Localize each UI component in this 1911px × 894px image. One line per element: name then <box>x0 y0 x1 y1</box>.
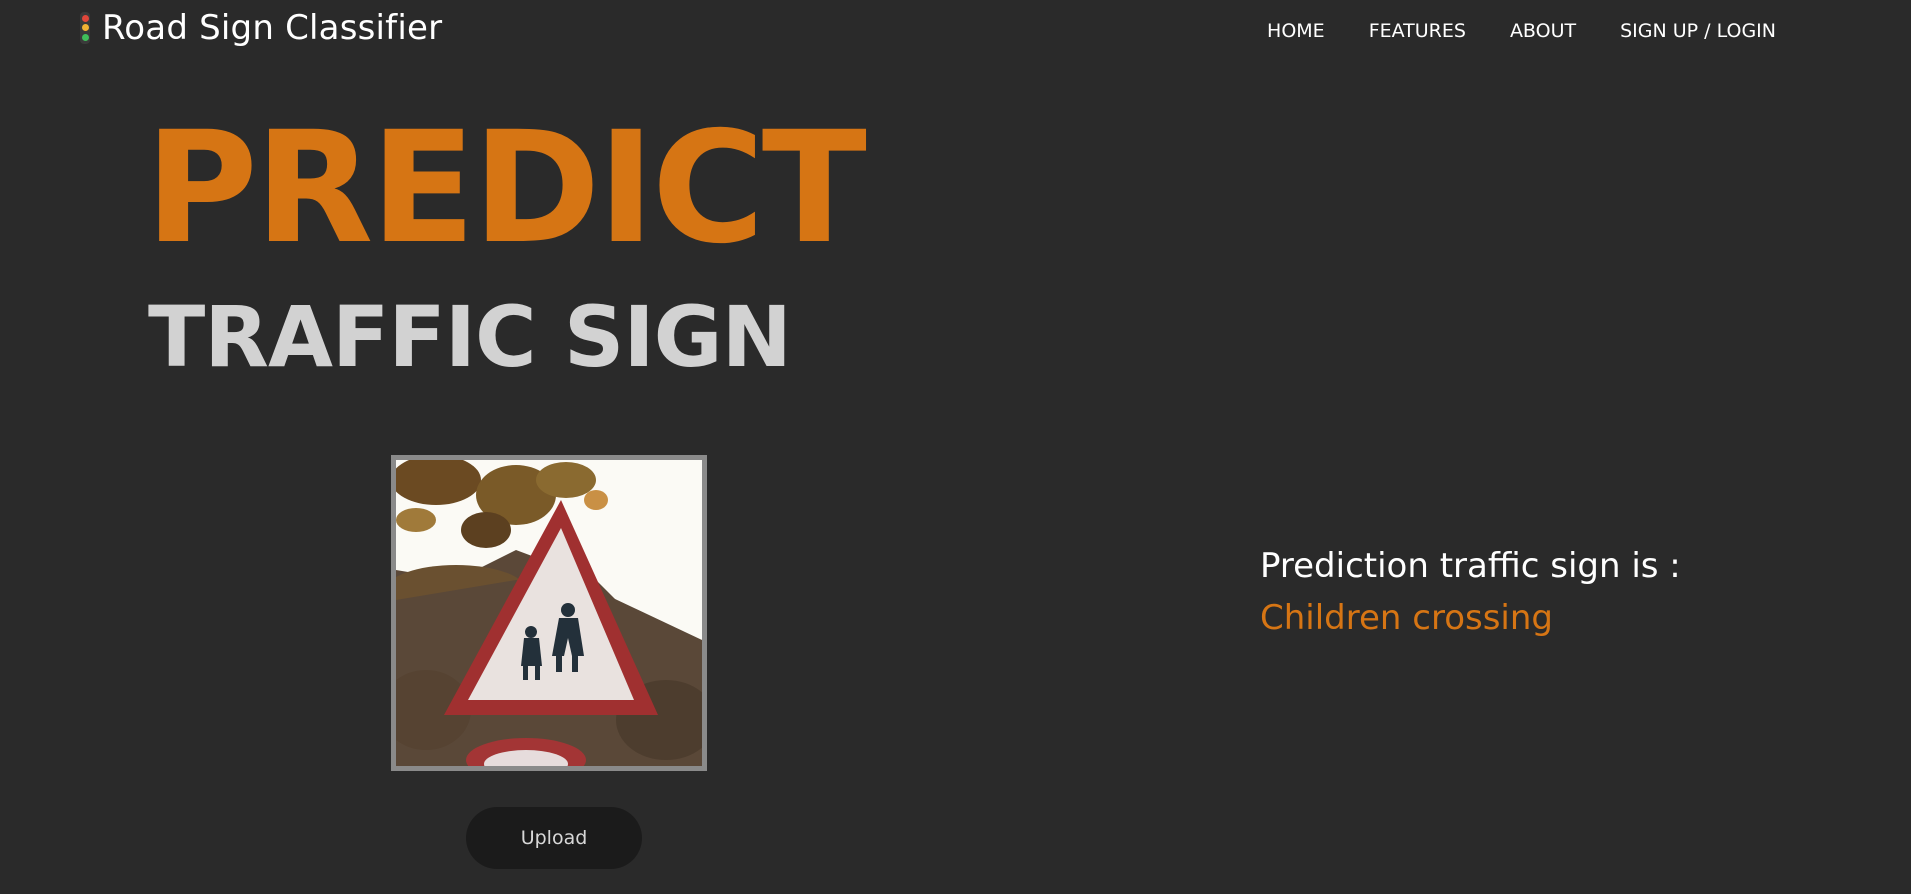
nav-features-link[interactable]: FEATURES <box>1369 20 1466 42</box>
nav-home-link[interactable]: HOME <box>1267 20 1325 42</box>
uploaded-image-preview <box>391 455 707 771</box>
navbar: Road Sign Classifier HOME FEATURES ABOUT… <box>0 0 1911 60</box>
brand-logo-link[interactable]: Road Sign Classifier <box>80 8 442 48</box>
traffic-light-icon <box>80 12 90 44</box>
nav-signup-login-link[interactable]: SIGN UP / LOGIN <box>1620 20 1776 42</box>
prediction-result: Children crossing <box>1260 598 1554 638</box>
nav-menu: HOME FEATURES ABOUT SIGN UP / LOGIN <box>1267 20 1776 42</box>
brand-title: Road Sign Classifier <box>102 8 443 48</box>
prediction-label: Prediction traffic sign is : <box>1260 546 1681 586</box>
traffic-sign-photo <box>396 460 702 766</box>
nav-about-link[interactable]: ABOUT <box>1510 20 1576 42</box>
prediction-panel: Prediction traffic sign is : Children cr… <box>1260 540 1681 644</box>
hero-title-predict: PREDICT <box>145 99 867 278</box>
upload-button[interactable]: Upload <box>466 807 642 869</box>
hero-title-traffic-sign: TRAFFIC SIGN <box>148 288 792 386</box>
